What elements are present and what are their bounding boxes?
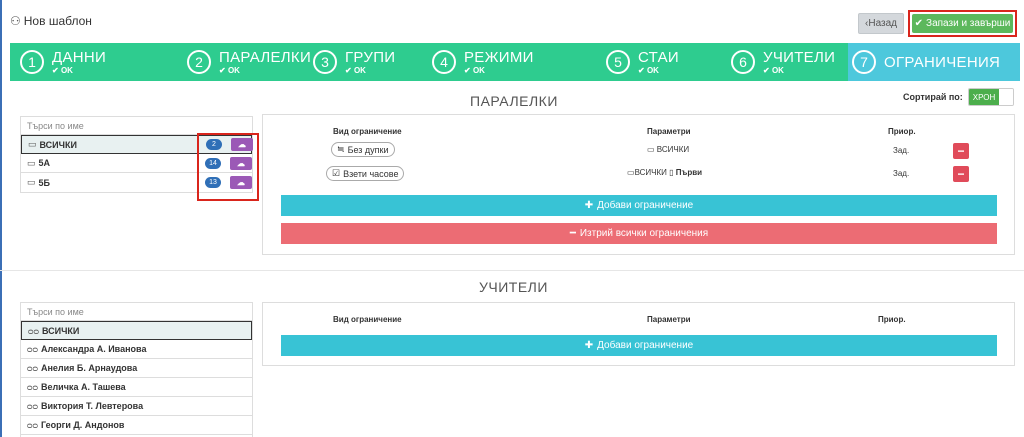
left-edge-accent [0, 0, 2, 437]
add-teacher-constraint-button[interactable]: ✚ Добави ограничение [281, 335, 997, 356]
constraint-priority: Зад. [893, 146, 910, 155]
back-button[interactable]: ‹ Назад [858, 13, 904, 34]
step-status: ✔ OK [219, 65, 240, 75]
column-header-type: Вид ограничение [333, 315, 402, 324]
step-label: УЧИТЕЛИ [763, 48, 836, 66]
step-status: ✔ OK [52, 65, 73, 75]
step-rooms[interactable]: 5 СТАИ ✔ OK [606, 43, 679, 81]
save-button-highlight: ✔ Запази и завърши [908, 10, 1017, 37]
class-icon: ▭ [627, 168, 635, 177]
constraint-type-pill[interactable]: ☑ Взети часове [326, 166, 405, 181]
list-item[interactable]: ᴑᴑ Величка А. Ташева [21, 378, 252, 397]
step-number: 3 [313, 50, 337, 74]
list-item-label: 5А [38, 158, 51, 168]
step-modes[interactable]: 4 РЕЖИМИ ✔ OK [432, 43, 534, 81]
list-item-label: Анелия Б. Арнаудова [40, 363, 138, 373]
column-header-prio: Приор. [878, 315, 906, 324]
list-item-label: Георги Д. Андонов [40, 420, 125, 430]
glasses-icon: ᴑᴑ [28, 325, 39, 336]
step-status: ✔ OK [763, 65, 784, 75]
classes-section-title: ПАРАЛЕЛКИ [470, 93, 558, 109]
step-status: ✔ OK [345, 65, 366, 75]
step-label: ГРУПИ [345, 48, 396, 66]
list-item-label: 5Б [38, 177, 50, 188]
section-divider [0, 270, 1024, 271]
teachers-constraints-panel: Вид ограничение Параметри Приор. [262, 302, 1015, 366]
sort-toggle-on: ХРОН [969, 89, 999, 105]
step-constraints[interactable]: 7 ОГРАНИЧЕНИЯ [848, 43, 1020, 81]
back-button-label: Назад [868, 18, 897, 29]
class-icon: ▭ [27, 157, 36, 168]
add-constraint-button[interactable]: ✚ Добави ограничение [281, 195, 997, 216]
list-item[interactable]: ᴑᴑ Александра А. Иванова [21, 340, 252, 359]
glasses-icon: ᴑᴑ [27, 382, 38, 392]
list-item[interactable]: ᴑᴑ Виктория Т. Левтерова [21, 397, 252, 416]
step-groups[interactable]: 3 ГРУПИ ✔ OK [313, 43, 395, 81]
check-icon: ✔ [914, 18, 924, 29]
step-number: 5 [606, 50, 630, 74]
glasses-icon: ᴑᴑ [27, 420, 38, 430]
column-header-params: Параметри [647, 315, 691, 324]
class-icon: ▭ [647, 145, 655, 154]
hierarchy-icon: ⚇ [10, 14, 21, 28]
step-label: СТАИ [638, 48, 679, 66]
constraint-params: ▭ ВСИЧКИ [647, 145, 690, 154]
step-status: ✔ OK [464, 65, 485, 75]
no-gaps-icon: ≒ [337, 144, 345, 154]
constraint-type-pill[interactable]: ≒ Без дупки [331, 142, 395, 157]
step-number: 4 [432, 50, 456, 74]
glasses-icon: ᴑᴑ [27, 363, 38, 373]
list-item[interactable]: ᴑᴑ Анелия Б. Арнаудова [21, 359, 252, 378]
step-label: ПАРАЛЕЛКИ [219, 48, 312, 66]
glasses-icon: ᴑᴑ [27, 401, 38, 411]
list-item-label: Величка А. Ташева [40, 382, 126, 392]
constraint-priority: Зад. [893, 169, 910, 178]
step-status: ✔ OK [638, 65, 659, 75]
list-item-label: Александра А. Иванова [40, 344, 147, 354]
teachers-list: Търси по име ᴑᴑ ВСИЧКИ ᴑᴑ Александра А. … [20, 302, 253, 437]
remove-all-constraints-button[interactable]: ━ Изтрий всички ограничения [281, 223, 997, 244]
teachers-search-input[interactable]: Търси по име [21, 303, 252, 321]
delete-constraint-button[interactable]: − [953, 143, 969, 159]
step-classes[interactable]: 2 ПАРАЛЕЛКИ ✔ OK [187, 43, 311, 81]
save-button-label: Запази и завърши [926, 18, 1011, 29]
step-data[interactable]: 1 ДАННИ ✔ OK [20, 43, 106, 81]
plus-icon: ✚ [584, 340, 594, 351]
list-item[interactable]: ᴑᴑ ВСИЧКИ [21, 321, 252, 340]
annotation-highlight-box [197, 133, 259, 201]
sort-toggle[interactable]: ХРОН [968, 88, 1014, 106]
step-number: 7 [852, 50, 876, 74]
class-icon: ▭ [27, 177, 36, 187]
delete-constraint-button[interactable]: − [953, 166, 969, 182]
checkbox-icon: ☑ [332, 168, 341, 178]
list-item[interactable]: ᴑᴑ Георги Д. Андонов [21, 416, 252, 435]
step-teachers[interactable]: 6 УЧИТЕЛИ ✔ OK [731, 43, 835, 81]
step-label: ОГРАНИЧЕНИЯ [884, 53, 1001, 71]
class-icon: ▭ [28, 139, 37, 149]
constraint-params: ▭ВСИЧКИ ▯ Първи [627, 168, 703, 177]
step-number: 6 [731, 50, 755, 74]
column-header-type: Вид ограничение [333, 127, 402, 136]
glasses-icon: ᴑᴑ [27, 344, 38, 354]
step-number: 2 [187, 50, 211, 74]
teachers-section-title: УЧИТЕЛИ [479, 279, 548, 295]
sort-toggle-knob [999, 89, 1013, 105]
column-header-prio: Приор. [888, 127, 916, 136]
save-finish-button[interactable]: ✔ Запази и завърши [912, 14, 1013, 33]
step-label: ДАННИ [52, 48, 107, 66]
wizard-stepper: 1 ДАННИ ✔ OK 2 ПАРАЛЕЛКИ ✔ OK 3 ГРУПИ ✔ … [10, 43, 1020, 81]
period-icon: ▯ [669, 168, 674, 177]
sort-label: Сортирай по: [903, 92, 963, 102]
list-item-label: Виктория Т. Левтерова [40, 401, 144, 411]
page-title-text: Нов шаблон [23, 14, 92, 28]
list-item-label: ВСИЧКИ [41, 325, 80, 336]
column-header-params: Параметри [647, 127, 691, 136]
step-label: РЕЖИМИ [464, 48, 534, 66]
plus-icon: ✚ [584, 200, 594, 211]
step-number: 1 [20, 50, 44, 74]
list-item-label: ВСИЧКИ [39, 139, 77, 150]
top-bar: ⚇ Нов шаблон ‹ Назад ✔ Запази и завърши [10, 10, 1020, 37]
minus-icon: ━ [569, 228, 576, 239]
page-title: ⚇ Нов шаблон [10, 14, 92, 28]
